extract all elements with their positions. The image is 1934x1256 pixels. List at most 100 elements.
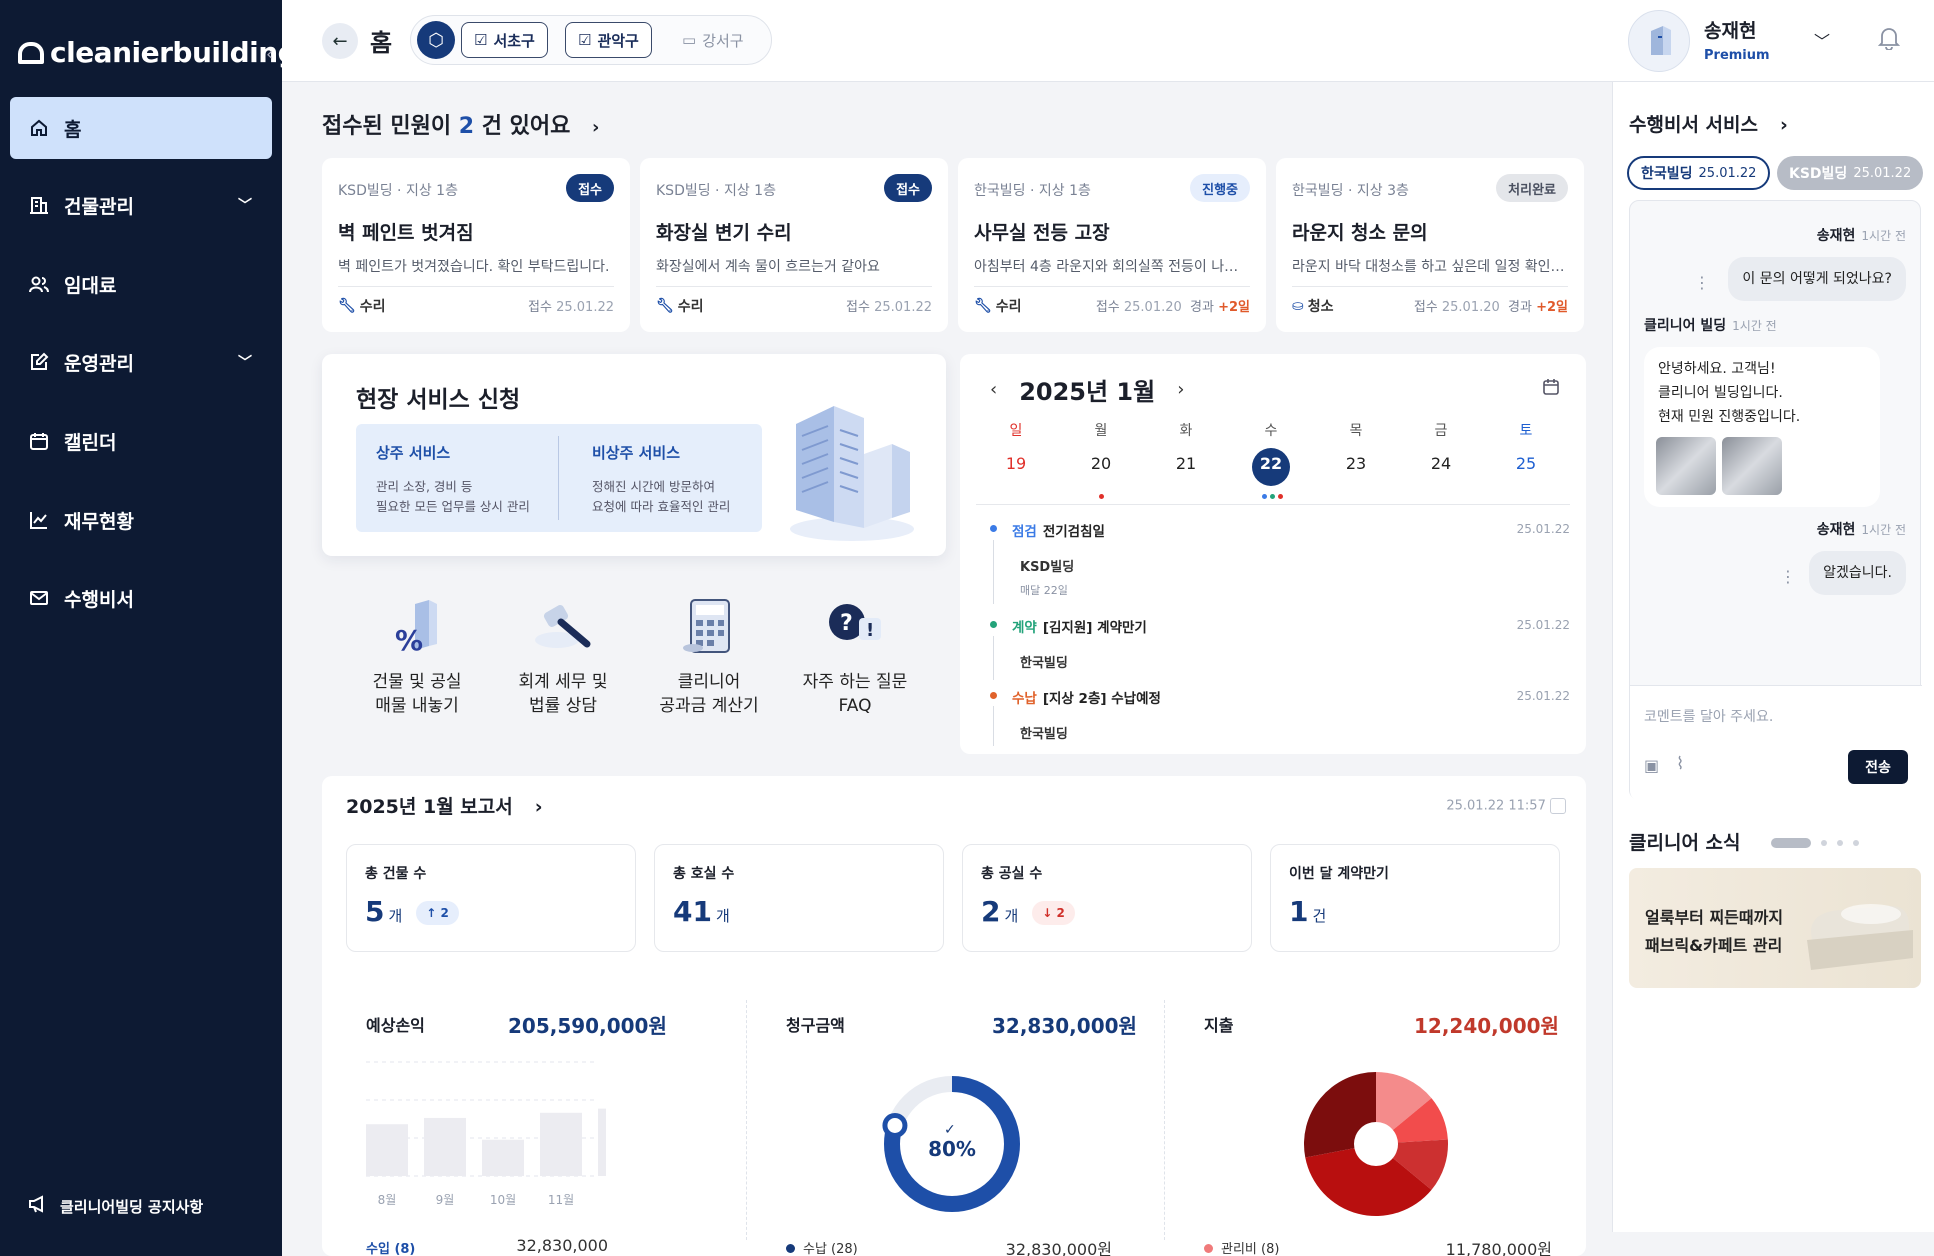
sidebar-item-rent[interactable]: 임대료 — [10, 253, 272, 315]
event-title[interactable]: 점검 전기검침일 — [1012, 520, 1105, 540]
stat-card-rooms[interactable]: 총 호실 수 41 개 — [654, 844, 944, 952]
legend-label: 수납 (28) — [803, 1242, 858, 1256]
carousel-indicator-active[interactable] — [1771, 838, 1811, 848]
calendar-icon[interactable] — [1542, 378, 1560, 400]
quick-link-consulting[interactable]: 회계 세무 및 법률 상담 — [498, 596, 628, 718]
more-icon[interactable]: ⋮ — [1694, 273, 1710, 292]
wrench-icon: 🔧︎ — [338, 298, 356, 314]
tab-gangseo[interactable]: ▭ 강서구 — [669, 22, 757, 58]
stat-unit: 개 — [1004, 907, 1019, 925]
assistant-title[interactable]: 수행비서 서비스 › — [1629, 110, 1788, 137]
calendar-day[interactable]: 21 — [1156, 454, 1216, 473]
sidebar-item-calendar[interactable]: 캘린더 — [10, 410, 272, 472]
attachment-thumbnail[interactable] — [1722, 437, 1782, 495]
bar-11월[interactable] — [540, 1112, 582, 1176]
more-icon[interactable]: ⋮ — [1780, 567, 1796, 586]
message-sender: 송재현 1시간 전 — [1817, 225, 1906, 245]
notice-link[interactable]: 클리니어빌딩 공지사항 — [28, 1195, 203, 1217]
complaints-heading[interactable]: 접수된 민원이 2 건 있어요 › — [322, 108, 599, 140]
event-title[interactable]: 계약 [김지원] 계약만기 — [1012, 616, 1147, 636]
comment-input[interactable]: 코멘트를 달아 주세요. — [1644, 706, 1773, 726]
next-month-button[interactable]: › — [1177, 379, 1184, 400]
status-badge: 접수 — [884, 174, 932, 202]
complaint-date: 접수 25.01.20 경과 +2일 — [1414, 296, 1568, 315]
complaint-card[interactable]: 한국빌딩 · 지상 1층 진행중 사무실 전등 고장 아침부터 4층 라운지와 … — [958, 158, 1266, 332]
send-button[interactable]: 전송 — [1848, 750, 1908, 784]
attachment-thumbnail[interactable] — [1656, 437, 1716, 495]
tab-seocho[interactable]: ☑ 서초구 — [461, 22, 548, 58]
tab-gwanak[interactable]: ☑ 관악구 — [565, 22, 652, 58]
calendar-month: 2025년 1월 — [1019, 378, 1156, 406]
resident-service-option[interactable]: 상주 서비스 관리 소장, 경비 등 필요한 모든 업무를 상시 관리 — [376, 442, 566, 517]
quick-link-line2: 공과금 계산기 — [659, 696, 759, 716]
complaint-card[interactable]: KSD빌딩 · 지상 1층 접수 벽 페인트 벗겨짐 벽 페인트가 벗겨졌습니다… — [322, 158, 630, 332]
sidebar-item-operations[interactable]: 운영관리 ﹀ — [10, 331, 272, 393]
bar-12월[interactable] — [598, 1108, 606, 1176]
calendar-day[interactable]: 20 — [1071, 454, 1131, 473]
image-icon[interactable]: ▣ — [1644, 756, 1659, 775]
bar-label: 8월 — [378, 1193, 397, 1207]
calendar-day-today[interactable]: 22 — [1241, 454, 1301, 473]
stat-unit: 개 — [388, 907, 403, 925]
bar-10월[interactable] — [482, 1139, 524, 1176]
assistant-panel: 수행비서 서비스 › 한국빌딩 25.01.22 KSD빌딩 25.01.22 송재현… — [1612, 82, 1934, 1232]
carousel-indicator[interactable] — [1837, 840, 1843, 846]
paperclip-icon[interactable]: ⌇ — [1676, 754, 1684, 774]
quick-link-calculator[interactable]: 클리니어 공과금 계산기 — [644, 596, 774, 718]
bar-8월[interactable] — [366, 1124, 408, 1176]
stat-label: 총 건물 수 — [365, 866, 427, 882]
sidebar-item-buildings[interactable]: 건물관리 ﹀ — [10, 174, 272, 236]
calendar-day[interactable]: 25 — [1496, 454, 1556, 473]
building-chip-ksd[interactable]: KSD빌딩 25.01.22 — [1777, 156, 1924, 190]
carousel-indicator[interactable] — [1821, 840, 1827, 846]
complaint-card[interactable]: 한국빌딩 · 지상 3층 처리완료 라운지 청소 문의 라운지 바닥 대청소를 … — [1276, 158, 1584, 332]
stat-card-vacancies[interactable]: 총 공실 수 2 개 ↓ 2 — [962, 844, 1252, 952]
quick-link-list-property[interactable]: % 건물 및 공실 매물 내놓기 — [352, 596, 482, 718]
calendar-day[interactable]: 19 — [986, 454, 1046, 473]
timeline-line — [993, 540, 994, 604]
carousel-indicator[interactable] — [1853, 840, 1859, 846]
nonresident-service-line1: 정해진 시간에 방문하여 — [592, 479, 715, 494]
quick-link-faq[interactable]: ?! 자주 하는 질문 FAQ — [790, 596, 920, 718]
news-line: 얼룩부터 찌든때까지 — [1645, 908, 1784, 927]
report-title[interactable]: 2025년 1월 보고서 › — [346, 792, 543, 819]
bell-icon[interactable] — [1877, 26, 1901, 56]
sidebar: cleanierbuilding ‹ 홈 건물관리 ﹀ 임대료 운영관리 ﹀ 캘… — [0, 0, 298, 1256]
prev-month-button[interactable]: ‹ — [990, 379, 997, 400]
logo[interactable]: cleanierbuilding — [18, 36, 298, 69]
building-chip-hanguk[interactable]: 한국빌딩 25.01.22 — [1627, 156, 1771, 190]
stat-card-expiring-contracts[interactable]: 이번 달 계약만기 1건 — [1270, 844, 1560, 952]
event-title[interactable]: 수납 [지상 2층] 수납예정 — [1012, 687, 1161, 707]
refresh-icon[interactable] — [1550, 798, 1566, 814]
nonresident-service-option[interactable]: 비상주 서비스 정해진 시간에 방문하여 요청에 따라 효율적인 관리 — [592, 442, 782, 517]
sidebar-item-home[interactable]: 홈 — [10, 97, 272, 159]
tab-label: 서초구 — [493, 31, 535, 50]
date-label: 접수 — [846, 300, 870, 315]
chevron-down-icon[interactable]: ﹀ — [1814, 28, 1830, 52]
complaint-card[interactable]: KSD빌딩 · 지상 1층 접수 화장실 변기 수리 화장실에서 계속 물이 흐… — [640, 158, 948, 332]
bar-9월[interactable] — [424, 1117, 466, 1176]
profit-value: 205,590,000원 — [508, 1014, 667, 1038]
stat-label: 총 호실 수 — [673, 866, 735, 882]
collapse-sidebar-icon[interactable]: ‹ — [266, 44, 273, 65]
sidebar-item-assistant[interactable]: 수행비서 — [10, 567, 272, 629]
settings-button[interactable]: ⬡ — [417, 21, 455, 59]
chart-line-icon — [28, 509, 50, 531]
sidebar-item-finance[interactable]: 재무현황 — [10, 489, 272, 551]
back-button[interactable]: ← — [322, 23, 358, 59]
avatar[interactable] — [1628, 10, 1690, 72]
sidebar-item-label: 수행비서 — [64, 588, 134, 611]
stat-card-buildings[interactable]: 총 건물 수 5 개 ↑ 2 — [346, 844, 636, 952]
news-card[interactable]: 얼룩부터 찌든때까지 패브릭&카페트 관리 — [1629, 868, 1921, 988]
weekday-label: 토 — [1519, 423, 1533, 439]
wrench-icon: 🔧︎ — [974, 298, 992, 314]
users-icon — [28, 273, 50, 295]
sidebar-item-label: 재무현황 — [64, 510, 134, 533]
calendar-day[interactable]: 24 — [1411, 454, 1471, 473]
billing-label: 청구금액 — [786, 1016, 845, 1035]
checkbox-icon: ☑ — [578, 31, 592, 49]
sender-name: 클리니어 빌딩 — [1644, 318, 1727, 334]
calendar-day[interactable]: 23 — [1326, 454, 1386, 473]
complaint-building: 한국빌딩 — [1292, 183, 1344, 199]
complaint-date: 접수 25.01.22 — [528, 296, 614, 315]
